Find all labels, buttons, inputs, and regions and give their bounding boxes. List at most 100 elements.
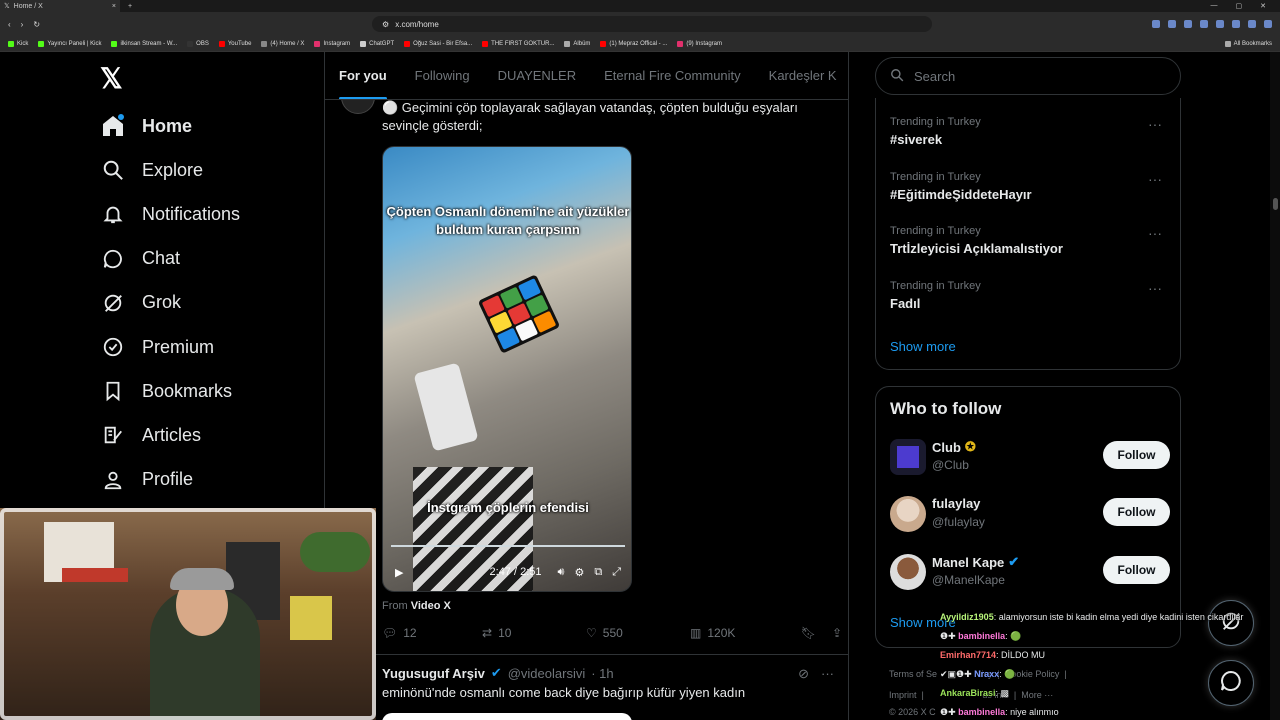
nav-premium[interactable]: Premium — [100, 325, 240, 369]
footer-link[interactable]: Imprint — [889, 690, 917, 700]
nav-profile[interactable]: Profile — [100, 458, 240, 502]
emote-icon: ▩ — [1000, 688, 1010, 698]
video-frame-object — [413, 362, 479, 452]
reply-button[interactable]: 💬︎ 12 — [382, 626, 482, 640]
like-button[interactable]: ♡ 550 — [586, 626, 690, 640]
trend-item[interactable]: Trending in Turkey Fadıl ··· — [890, 280, 1170, 311]
back-icon[interactable]: ‹ — [8, 20, 11, 29]
extension-icon[interactable] — [1264, 20, 1272, 28]
chat-badge-icon: ❶✚ — [940, 631, 959, 641]
chat-badge-icon: ❶✚ — [940, 707, 959, 717]
fullscreen-icon[interactable]: ⤢ — [612, 566, 621, 579]
more-icon[interactable]: ··· — [1148, 225, 1162, 241]
trend-item[interactable]: Trending in Turkey #siverek ··· — [890, 116, 1170, 147]
address-bar[interactable]: ⚙ x.com/home — [372, 16, 933, 32]
bookmark-folder[interactable]: Albüm — [564, 40, 590, 47]
extension-icon[interactable] — [1184, 20, 1192, 28]
forward-icon[interactable]: › — [21, 20, 24, 29]
bookmark-item[interactable]: ilkinsan Stream - W... — [111, 40, 177, 47]
bookmark-item[interactable]: Kick — [8, 40, 28, 47]
volume-icon[interactable]: 🔊︎ — [558, 566, 565, 579]
bookmark-item[interactable]: (4) Home / X — [261, 40, 304, 47]
pip-icon[interactable]: ⧉ — [594, 566, 602, 579]
tab-for-you[interactable]: For you — [325, 52, 401, 99]
tweet-header: Yugusuguf Arşiv ✔ @videolarsivi · 1h — [382, 665, 614, 681]
extension-icon[interactable] — [1216, 20, 1224, 28]
reload-icon[interactable]: ↻ — [33, 20, 40, 29]
tweet-time[interactable]: · 1h — [591, 666, 613, 681]
grok-icon[interactable]: ⊘ — [798, 666, 809, 682]
follow-button[interactable]: Follow — [1103, 556, 1170, 584]
more-icon[interactable]: ··· — [1148, 280, 1162, 296]
nav-explore[interactable]: Explore — [100, 148, 240, 192]
avatar[interactable] — [890, 496, 926, 532]
nav-home[interactable]: Home — [100, 104, 240, 148]
chat-badge-icon: ✔▣❶✚ — [940, 669, 975, 679]
tab-kardesler[interactable]: Kardeşler K — [755, 52, 848, 99]
nav-notifications[interactable]: Notifications — [100, 192, 240, 236]
views-button[interactable]: ▥ 120K — [690, 626, 800, 640]
settings-icon[interactable]: ⚙ — [574, 566, 584, 579]
nav-chat[interactable]: Chat — [100, 237, 240, 281]
maximize-icon[interactable]: ▢ — [1236, 2, 1243, 10]
avatar[interactable] — [890, 554, 926, 590]
video-player[interactable]: Çöpten Osmanlı dönemi'ne ait yüzükler bu… — [382, 146, 632, 592]
extension-icon[interactable] — [1248, 20, 1256, 28]
scrollbar-thumb[interactable] — [1273, 198, 1278, 210]
trends-show-more[interactable]: Show more — [890, 339, 956, 354]
bookmark-item[interactable]: (9) Instagram — [677, 40, 722, 47]
search-input[interactable]: Search — [875, 57, 1181, 95]
author-name[interactable]: Yugusuguf Arşiv — [382, 666, 485, 681]
follow-suggestion[interactable]: fulaylay @fulaylay Follow — [890, 494, 1170, 534]
more-icon[interactable]: ··· — [1148, 171, 1162, 187]
follow-button[interactable]: Follow — [1103, 441, 1170, 469]
bookmark-item[interactable]: ChatGPT — [360, 40, 394, 47]
browser-toolbar: ‹ › ↻ ⚙ x.com/home — [0, 12, 1280, 36]
more-icon[interactable]: ··· — [821, 666, 834, 682]
repost-button[interactable]: ⇄ 10 — [482, 626, 586, 640]
bookmark-icon[interactable]: 🔖︎ — [801, 626, 816, 640]
extension-icon[interactable] — [1200, 20, 1208, 28]
close-window-icon[interactable]: ✕ — [1260, 2, 1266, 10]
bookmark-item[interactable]: Instagram — [314, 40, 350, 47]
nav-bookmarks[interactable]: Bookmarks — [100, 369, 240, 413]
bookmark-item[interactable]: Yayıncı Paneli | Kick — [38, 40, 101, 47]
site-info-icon[interactable]: ⚙ — [382, 20, 389, 29]
tab-eternal-fire[interactable]: Eternal Fire Community — [590, 52, 755, 99]
bookmark-item[interactable]: YouTube — [218, 40, 251, 47]
more-icon[interactable]: ··· — [1148, 116, 1162, 132]
bookmark-item[interactable]: (1) Mepraz Offical - ... — [600, 40, 667, 47]
bookmark-item[interactable]: OBS — [187, 40, 209, 47]
follow-suggestion[interactable]: Manel Kape ✔ @ManelKape Follow — [890, 552, 1170, 592]
bookmark-item[interactable]: Oğuz Sasi - Bir Efsa... — [404, 40, 472, 47]
follow-button[interactable]: Follow — [1103, 498, 1170, 526]
follow-suggestion[interactable]: Club ✪ @Club Follow — [890, 437, 1170, 477]
timeline-tabs: For you Following DUAYENLER Eternal Fire… — [325, 52, 848, 100]
trend-item[interactable]: Trending in Turkey #EğitimdeŞiddeteHayır… — [890, 171, 1170, 202]
close-tab-icon[interactable]: × — [112, 3, 116, 10]
minimize-icon[interactable]: — — [1211, 2, 1218, 10]
extension-icon[interactable] — [1152, 20, 1160, 28]
nav-grok[interactable]: Grok — [100, 281, 240, 325]
browser-tab[interactable]: 𝕏 Home / X × — [0, 0, 120, 12]
footer-link[interactable]: Terms of Se — [889, 669, 937, 679]
extension-icon[interactable] — [1232, 20, 1240, 28]
author-handle[interactable]: @videolarsivi — [508, 666, 586, 681]
video-source-link[interactable]: Video X — [411, 600, 451, 612]
all-bookmarks[interactable]: All Bookmarks — [1224, 40, 1272, 47]
new-tab-icon[interactable]: + — [128, 3, 132, 10]
extension-icon[interactable] — [1168, 20, 1176, 28]
avatar[interactable] — [890, 439, 926, 475]
tab-following[interactable]: Following — [401, 52, 484, 99]
tweet-media[interactable] — [382, 713, 632, 720]
tab-duayenler[interactable]: DUAYENLER — [484, 52, 591, 99]
bookmark-item[interactable]: THE FIRST GOKTUR... — [482, 40, 554, 47]
trend-item[interactable]: Trending in Turkey Trtİzleyicisi Açıklam… — [890, 225, 1170, 256]
nav-articles[interactable]: Articles — [100, 413, 240, 457]
chat-message: Emirhan7714: DİLDO MU — [940, 650, 1046, 660]
verified-badge-icon: ✔ — [1008, 554, 1020, 569]
x-logo-icon[interactable]: 𝕏 — [100, 62, 123, 95]
video-progress-bar[interactable] — [391, 545, 625, 547]
play-icon[interactable]: ▶ — [395, 566, 403, 579]
share-icon[interactable]: ⇪ — [832, 626, 842, 640]
